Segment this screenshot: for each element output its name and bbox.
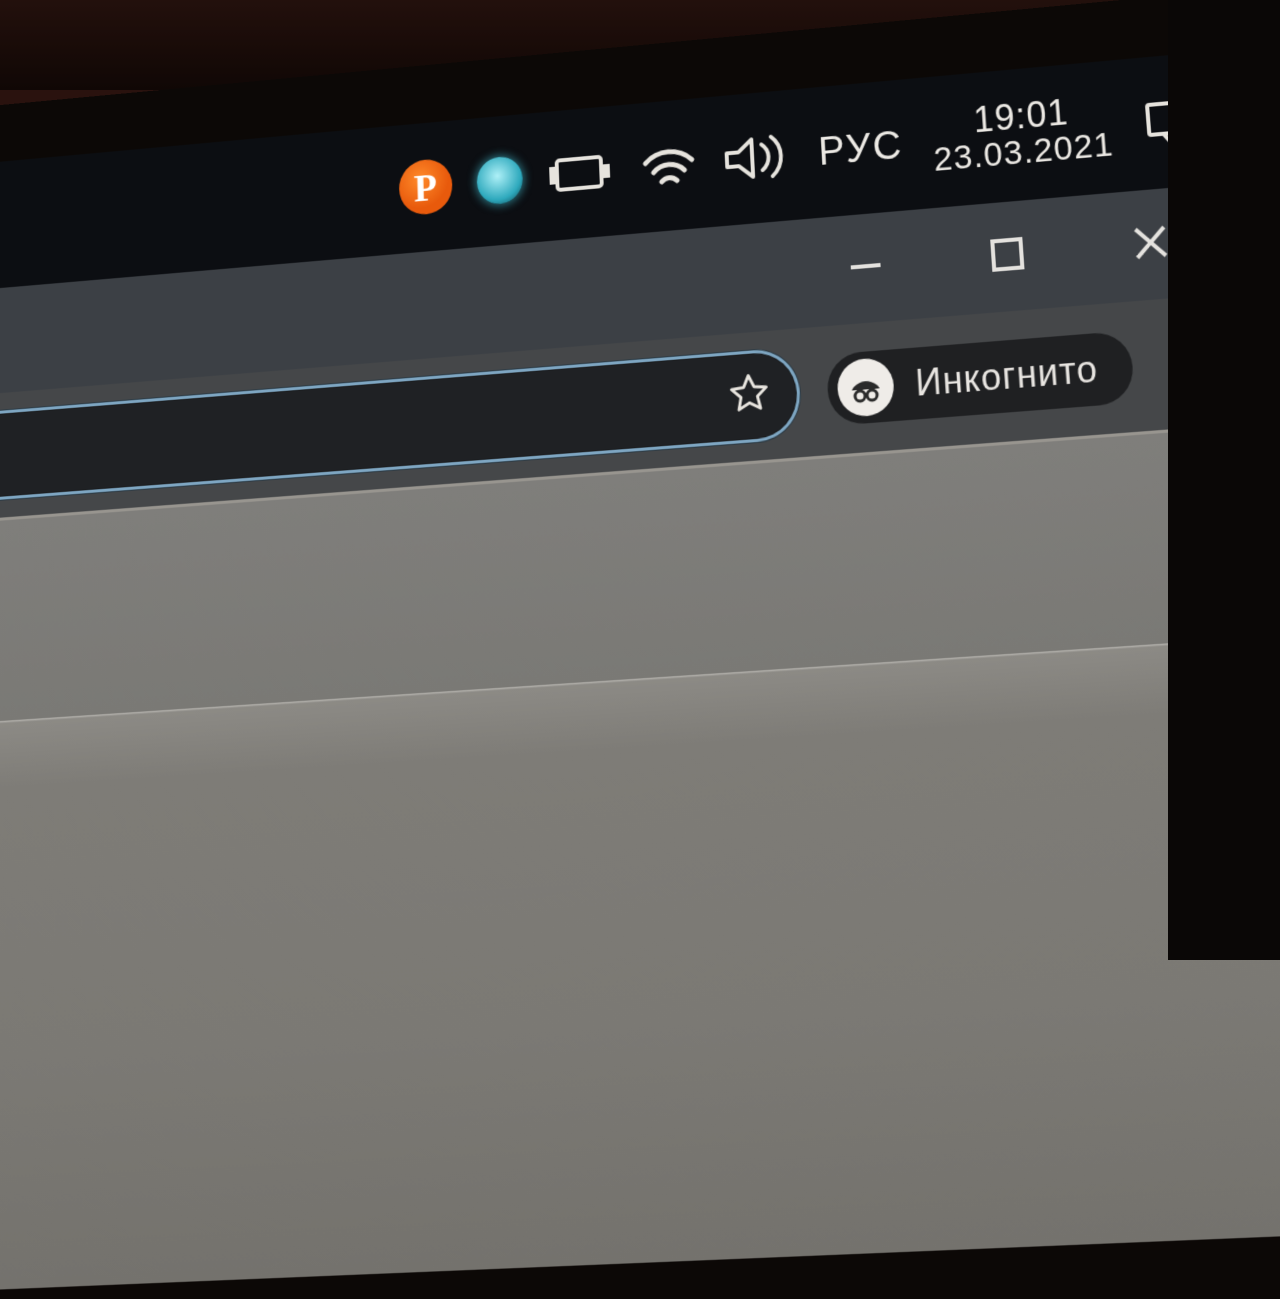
screen-area: P РУС 19:01 23.03.2021 xyxy=(0,50,1280,1299)
incognito-label: Инкогнито xyxy=(914,348,1099,405)
monitor-bezel-right xyxy=(1168,0,1280,960)
taskbar-clock[interactable]: 19:01 23.03.2021 xyxy=(930,90,1115,179)
input-language-indicator[interactable]: РУС xyxy=(817,123,904,175)
wifi-icon[interactable] xyxy=(639,139,699,191)
incognito-indicator-chip[interactable]: Инкогнито xyxy=(826,330,1136,426)
clock-date: 23.03.2021 xyxy=(933,127,1115,178)
window-minimize-button[interactable] xyxy=(842,241,891,296)
page-content-area xyxy=(0,638,1280,1299)
battery-icon[interactable] xyxy=(547,150,616,197)
bookmark-star-icon[interactable] xyxy=(726,370,772,423)
window-maximize-button[interactable] xyxy=(983,229,1033,284)
tray-app-status-icon[interactable] xyxy=(476,155,523,206)
system-tray: P РУС xyxy=(398,117,904,217)
tray-app-p-letter: P xyxy=(413,163,437,211)
incognito-icon xyxy=(836,357,895,419)
volume-icon[interactable] xyxy=(722,130,795,185)
tray-app-p-icon[interactable]: P xyxy=(398,157,452,216)
